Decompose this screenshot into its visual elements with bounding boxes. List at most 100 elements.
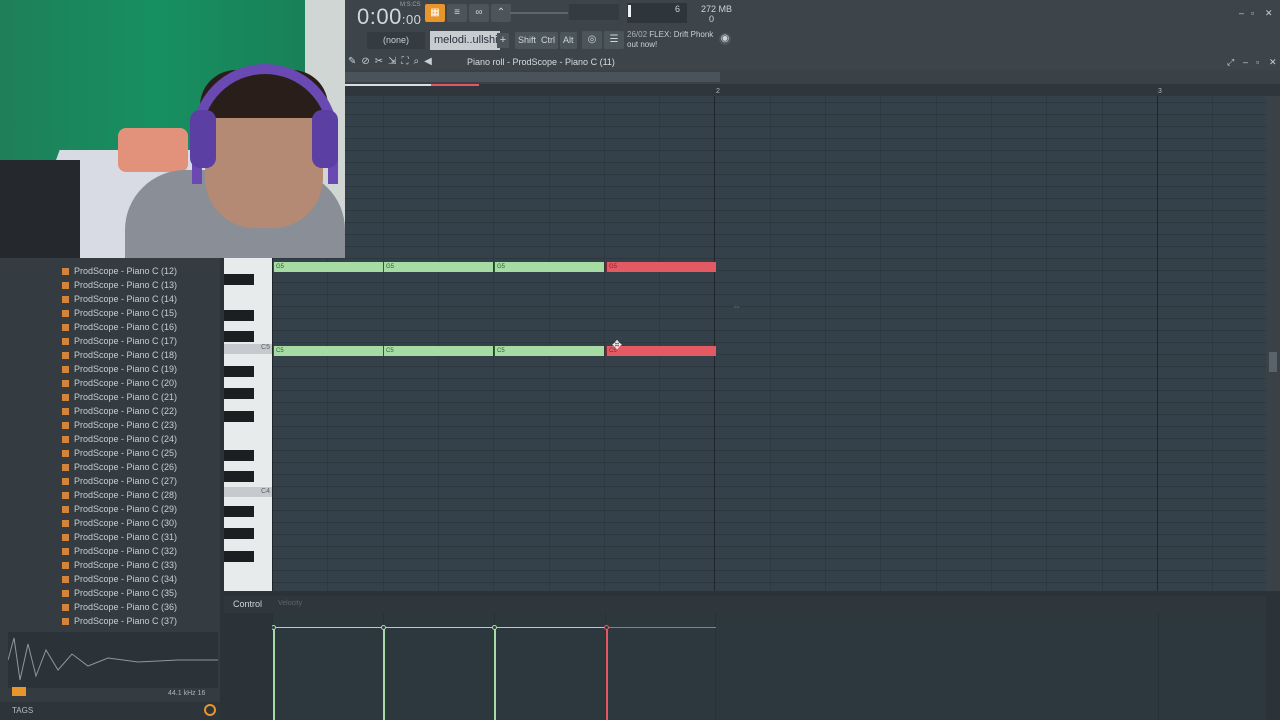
browser-item-label: ProdScope - Piano C (36) bbox=[74, 602, 178, 612]
globe-icon[interactable]: ◉ bbox=[719, 33, 731, 45]
detach-icon[interactable]: ⤢ bbox=[1227, 57, 1234, 68]
browser-item[interactable]: ProdScope - Piano C (20) bbox=[62, 376, 177, 390]
browser-item[interactable]: ProdScope - Piano C (37) bbox=[62, 614, 177, 628]
browser-item[interactable]: ProdScope - Piano C (13) bbox=[62, 278, 177, 292]
vertical-scroll-thumb[interactable] bbox=[1269, 352, 1277, 372]
cart-icon[interactable]: ☰ bbox=[604, 31, 624, 49]
black-key[interactable] bbox=[224, 528, 254, 539]
shift-button[interactable]: Shift bbox=[515, 32, 540, 49]
search-icon[interactable] bbox=[204, 704, 216, 716]
channel-select[interactable]: (none) bbox=[367, 32, 425, 49]
velocity-handle[interactable] bbox=[604, 625, 609, 630]
tags-bar[interactable]: TAGS bbox=[0, 702, 220, 720]
time-ruler[interactable]: 2 3 bbox=[345, 84, 1280, 96]
velocity-bar[interactable] bbox=[273, 628, 275, 720]
velocity-lane[interactable] bbox=[272, 613, 1266, 720]
wait-record-icon[interactable]: ∞ bbox=[469, 4, 489, 22]
black-key[interactable] bbox=[224, 388, 254, 399]
black-key[interactable] bbox=[224, 331, 254, 342]
browser-item[interactable]: ProdScope - Piano C (14) bbox=[62, 292, 177, 306]
snap-icon[interactable]: ◎ bbox=[582, 31, 602, 49]
browser-item[interactable]: ProdScope - Piano C (31) bbox=[62, 530, 177, 544]
play-preview-button[interactable] bbox=[12, 687, 26, 696]
ctrl-button[interactable]: Ctrl bbox=[538, 32, 558, 49]
master-volume-slider[interactable] bbox=[569, 4, 619, 20]
pattern-selector[interactable]: melodi..ullshit bbox=[430, 31, 501, 50]
black-key[interactable] bbox=[224, 506, 254, 517]
browser-item[interactable]: ProdScope - Piano C (24) bbox=[62, 432, 177, 446]
browser-item[interactable]: ProdScope - Piano C (19) bbox=[62, 362, 177, 376]
browser-item[interactable]: ProdScope - Piano C (25) bbox=[62, 446, 177, 460]
vertical-scrollbar[interactable] bbox=[1266, 96, 1280, 591]
note[interactable]: G5 bbox=[383, 262, 493, 272]
browser-item[interactable]: ProdScope - Piano C (22) bbox=[62, 404, 177, 418]
browser-item[interactable]: ProdScope - Piano C (27) bbox=[62, 474, 177, 488]
black-key[interactable] bbox=[224, 551, 254, 562]
pr-restore-icon[interactable]: ▫ bbox=[1256, 57, 1259, 67]
note[interactable]: G5 bbox=[273, 262, 383, 272]
velocity-handle[interactable] bbox=[272, 625, 276, 630]
minimize-icon[interactable]: – bbox=[1239, 8, 1244, 18]
browser-item[interactable]: ProdScope - Piano C (21) bbox=[62, 390, 177, 404]
scroll-thumb[interactable] bbox=[345, 72, 720, 82]
velocity-bar[interactable] bbox=[494, 628, 496, 720]
browser-item[interactable]: ProdScope - Piano C (29) bbox=[62, 502, 177, 516]
grid-row-line bbox=[272, 138, 1266, 139]
note[interactable]: C5 bbox=[494, 346, 604, 356]
browser-item[interactable]: ProdScope - Piano C (32) bbox=[62, 544, 177, 558]
velocity-handle[interactable] bbox=[381, 625, 386, 630]
browser-item[interactable]: ProdScope - Piano C (30) bbox=[62, 516, 177, 530]
horizontal-scrollbar[interactable] bbox=[345, 70, 1280, 84]
note[interactable]: C5 bbox=[383, 346, 493, 356]
black-key[interactable] bbox=[224, 450, 254, 461]
folder-icon bbox=[62, 422, 69, 429]
pr-close-icon[interactable]: ✕ bbox=[1269, 57, 1277, 68]
browser-item[interactable]: ProdScope - Piano C (26) bbox=[62, 460, 177, 474]
velocity-level-line bbox=[383, 627, 493, 628]
step-edit-icon[interactable]: ≡ bbox=[447, 4, 467, 22]
note[interactable]: C5 bbox=[273, 346, 383, 356]
browser-item[interactable]: ProdScope - Piano C (16) bbox=[62, 320, 177, 334]
browser-item[interactable]: ProdScope - Piano C (35) bbox=[62, 586, 177, 600]
note[interactable]: G5 bbox=[494, 262, 604, 272]
browser-item[interactable]: ProdScope - Piano C (18) bbox=[62, 348, 177, 362]
piano-roll-title[interactable]: Piano roll - ProdScope - Piano C (11) bbox=[467, 57, 615, 67]
black-key[interactable] bbox=[224, 310, 254, 321]
velocity-bar[interactable] bbox=[606, 628, 608, 720]
black-key[interactable] bbox=[224, 411, 254, 422]
browser-item-label: ProdScope - Piano C (32) bbox=[74, 546, 178, 556]
browser-item[interactable]: ProdScope - Piano C (12) bbox=[62, 264, 177, 278]
black-key[interactable] bbox=[224, 366, 254, 377]
browser-item-label: ProdScope - Piano C (34) bbox=[74, 574, 178, 584]
browser-item[interactable]: ProdScope - Piano C (34) bbox=[62, 572, 177, 586]
close-icon[interactable]: ✕ bbox=[1265, 8, 1273, 19]
webcam-headphone-cup-right bbox=[312, 110, 338, 168]
add-pattern-button[interactable]: + bbox=[497, 33, 509, 48]
velocity-bar[interactable] bbox=[383, 628, 385, 720]
news-panel[interactable]: 26/02 FLEX: Drift Phonk out now! bbox=[627, 30, 713, 50]
metronome-icon[interactable]: ▦ bbox=[425, 4, 445, 22]
alt-button[interactable]: Alt bbox=[560, 32, 577, 49]
browser-item[interactable]: ProdScope - Piano C (17) bbox=[62, 334, 177, 348]
browser-item[interactable]: ProdScope - Piano C (28) bbox=[62, 488, 177, 502]
control-target[interactable]: Velocity bbox=[278, 600, 302, 607]
piano-keyboard[interactable]: C5 C4 bbox=[224, 258, 272, 591]
browser-item[interactable]: ProdScope - Piano C (15) bbox=[62, 306, 177, 320]
piano-roll-tools[interactable]: ✎⊘✂⇲⛶⌕◀ bbox=[348, 56, 437, 67]
note[interactable]: C5 bbox=[606, 346, 716, 356]
browser-item[interactable]: ProdScope - Piano C (33) bbox=[62, 558, 177, 572]
restore-icon[interactable]: ▫ bbox=[1251, 8, 1254, 18]
black-key[interactable] bbox=[224, 274, 254, 285]
note[interactable]: G5 bbox=[606, 262, 716, 272]
browser-item[interactable]: ProdScope - Piano C (36) bbox=[62, 600, 177, 614]
black-key[interactable] bbox=[224, 471, 254, 482]
grid-beat-line bbox=[770, 96, 771, 591]
control-label[interactable]: Control bbox=[233, 599, 262, 609]
pr-minimize-icon[interactable]: – bbox=[1243, 57, 1248, 67]
browser-item[interactable]: ProdScope - Piano C (23) bbox=[62, 418, 177, 432]
note-grid[interactable]: G5 G5 G5 G5 C5 C5 C5 C5 ✥ ⇔ bbox=[272, 96, 1266, 591]
pitch-icon[interactable]: ⌃ bbox=[491, 4, 511, 22]
grid-row-line bbox=[272, 342, 1266, 343]
master-pitch-slider[interactable] bbox=[510, 12, 568, 14]
velocity-handle[interactable] bbox=[492, 625, 497, 630]
